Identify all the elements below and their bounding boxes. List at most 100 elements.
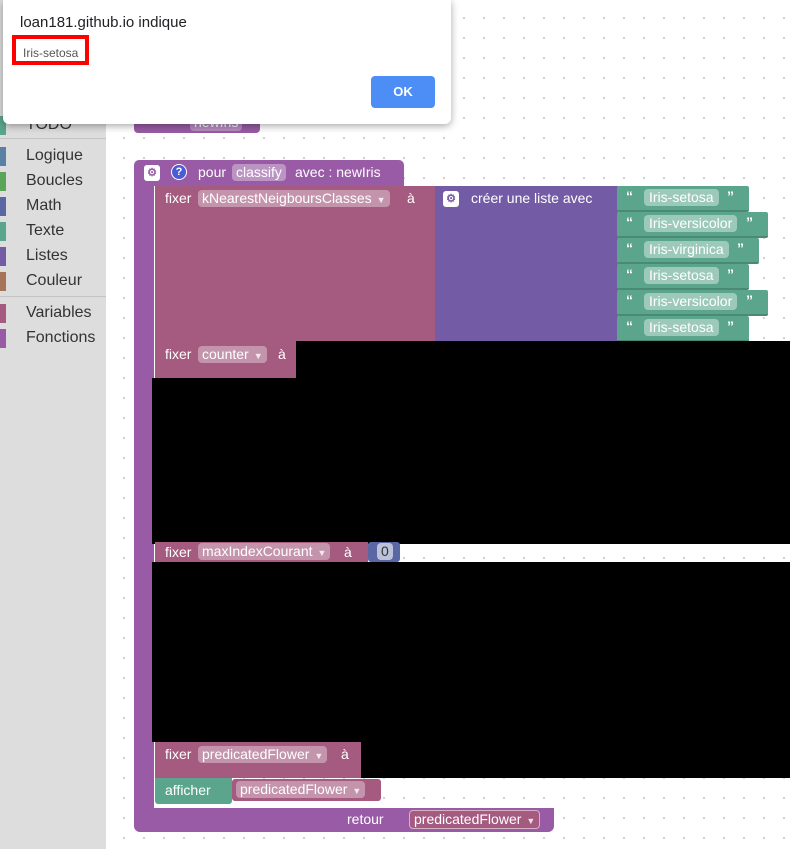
var-dropdown[interactable]: maxIndexCourant ▼ bbox=[198, 543, 331, 560]
a-label: à bbox=[341, 746, 349, 762]
set-counter-block[interactable]: fixer counter ▼ à bbox=[155, 342, 296, 378]
mutator-gear-icon[interactable]: ⚙ bbox=[144, 165, 160, 181]
toolbox-category-listes[interactable]: Listes bbox=[0, 245, 106, 267]
string-value[interactable]: Iris-setosa bbox=[644, 319, 719, 336]
toolbox-category-fonctions[interactable]: Fonctions bbox=[0, 327, 106, 349]
var-name: predicatedFlower bbox=[202, 746, 310, 762]
close-quote-icon: ” bbox=[746, 214, 753, 230]
fixer-label: fixer bbox=[165, 746, 192, 762]
toolbox-category-boucles[interactable]: Boucles bbox=[0, 170, 106, 192]
string-value[interactable]: Iris-setosa bbox=[644, 189, 719, 206]
string-block[interactable]: “ Iris-virginica ” bbox=[617, 238, 759, 264]
dropdown-arrow-icon: ▼ bbox=[314, 751, 324, 761]
pour-label: pour bbox=[198, 164, 227, 180]
open-quote-icon: “ bbox=[626, 188, 633, 204]
var-name: predicatedFlower bbox=[240, 781, 348, 797]
set-knn-block[interactable]: fixer kNearestNeigboursClasses ▼ à bbox=[155, 186, 435, 342]
print-block[interactable]: afficher bbox=[155, 778, 232, 804]
string-value[interactable]: Iris-versicolor bbox=[644, 215, 738, 232]
toolbox-category-texte[interactable]: Texte bbox=[0, 220, 106, 242]
dropdown-arrow-icon: ▼ bbox=[376, 195, 386, 205]
category-color-bar bbox=[0, 247, 6, 266]
dialog-message: Iris-setosa bbox=[23, 46, 79, 60]
toolbox-separator bbox=[0, 296, 106, 297]
string-block[interactable]: “ Iris-setosa ” bbox=[617, 264, 749, 290]
string-value[interactable]: Iris-versicolor bbox=[644, 293, 738, 310]
list-mutator-gear-icon[interactable]: ⚙ bbox=[443, 191, 459, 207]
close-quote-icon: ” bbox=[727, 266, 734, 282]
close-quote-icon: ” bbox=[727, 318, 734, 334]
a-label: à bbox=[407, 190, 415, 206]
category-label: Fonctions bbox=[26, 329, 96, 346]
category-label: Listes bbox=[26, 247, 68, 264]
dropdown-arrow-icon: ▼ bbox=[526, 816, 536, 826]
toolbox-category-variables[interactable]: Variables bbox=[0, 302, 106, 324]
number-block[interactable]: 0 bbox=[368, 542, 400, 562]
category-color-bar bbox=[0, 172, 6, 191]
category-label: Texte bbox=[26, 222, 65, 239]
dialog-title: loan181.github.io indique bbox=[20, 14, 187, 31]
string-value[interactable]: Iris-virginica bbox=[644, 241, 729, 258]
toolbox-separator bbox=[0, 138, 106, 139]
var-dropdown[interactable]: predicatedFlower ▼ bbox=[198, 746, 328, 763]
dropdown-arrow-icon: ▼ bbox=[253, 351, 263, 361]
var-name: kNearestNeigboursClasses bbox=[202, 190, 372, 206]
category-color-bar bbox=[0, 147, 6, 166]
close-quote-icon: ” bbox=[746, 292, 753, 308]
string-block[interactable]: “ Iris-versicolor ” bbox=[617, 212, 768, 238]
dropdown-arrow-icon: ▼ bbox=[352, 786, 362, 796]
dropdown-arrow-icon: ▼ bbox=[317, 548, 327, 558]
string-value[interactable]: Iris-setosa bbox=[644, 267, 719, 284]
number-value[interactable]: 0 bbox=[377, 543, 393, 560]
params-label: avec : newIris bbox=[295, 164, 381, 180]
get-var-block[interactable]: predicatedFlower ▼ bbox=[232, 779, 381, 801]
redacted-region bbox=[296, 341, 790, 378]
set-maxindex-block[interactable]: fixer maxIndexCourant ▼ à bbox=[155, 542, 368, 562]
fixer-label: fixer bbox=[165, 544, 192, 560]
category-label: Boucles bbox=[26, 172, 83, 189]
create-list-label: créer une liste avec bbox=[471, 190, 593, 206]
category-label: Logique bbox=[26, 147, 83, 164]
set-predicated-block[interactable]: fixer predicatedFlower ▼ à bbox=[155, 742, 361, 778]
afficher-label: afficher bbox=[165, 782, 211, 798]
toolbox-category-math[interactable]: Math bbox=[0, 195, 106, 217]
category-label: Couleur bbox=[26, 272, 83, 289]
alert-dialog: loan181.github.io indique Iris-setosa OK bbox=[3, 0, 451, 124]
string-block[interactable]: “ Iris-versicolor ” bbox=[617, 290, 768, 316]
string-block[interactable]: “ Iris-setosa ” bbox=[617, 316, 749, 342]
toolbox-category-logique[interactable]: Logique bbox=[0, 145, 106, 167]
a-label: à bbox=[278, 346, 286, 362]
var-dropdown[interactable]: kNearestNeigboursClasses ▼ bbox=[198, 190, 390, 207]
return-var-field[interactable]: predicatedFlower ▼ bbox=[409, 810, 541, 829]
category-color-bar bbox=[0, 329, 6, 348]
a-label: à bbox=[344, 544, 352, 560]
function-name-field[interactable]: classify bbox=[232, 164, 286, 181]
var-name: counter bbox=[202, 346, 249, 362]
help-icon[interactable]: ? bbox=[171, 164, 187, 180]
return-var-name: predicatedFlower bbox=[414, 811, 522, 827]
var-name: maxIndexCourant bbox=[202, 543, 313, 559]
open-quote-icon: “ bbox=[626, 214, 633, 230]
open-quote-icon: “ bbox=[626, 318, 633, 334]
fixer-label: fixer bbox=[165, 346, 192, 362]
procedure-footer[interactable]: retour predicatedFlower ▼ bbox=[134, 808, 554, 832]
category-color-bar bbox=[0, 197, 6, 216]
toolbox-category-couleur[interactable]: Couleur bbox=[0, 270, 106, 292]
create-list-block[interactable]: ⚙ créer une liste avec bbox=[435, 186, 618, 342]
retour-label: retour bbox=[347, 811, 384, 827]
var-dropdown[interactable]: predicatedFlower ▼ bbox=[236, 781, 366, 798]
procedure-header[interactable]: ⚙ ? pour classify avec : newIris bbox=[134, 160, 404, 186]
open-quote-icon: “ bbox=[626, 240, 633, 256]
close-quote-icon: ” bbox=[737, 240, 744, 256]
ok-button[interactable]: OK bbox=[371, 76, 435, 108]
open-quote-icon: “ bbox=[626, 266, 633, 282]
category-color-bar bbox=[0, 272, 6, 291]
string-block[interactable]: “ Iris-setosa ” bbox=[617, 186, 749, 212]
procedure-spine bbox=[134, 186, 154, 809]
close-quote-icon: ” bbox=[727, 188, 734, 204]
fixer-label: fixer bbox=[165, 190, 192, 206]
category-label: Math bbox=[26, 197, 62, 214]
var-dropdown[interactable]: counter ▼ bbox=[198, 346, 267, 363]
dialog-message-highlight: Iris-setosa bbox=[12, 35, 89, 65]
category-label: Variables bbox=[26, 304, 92, 321]
